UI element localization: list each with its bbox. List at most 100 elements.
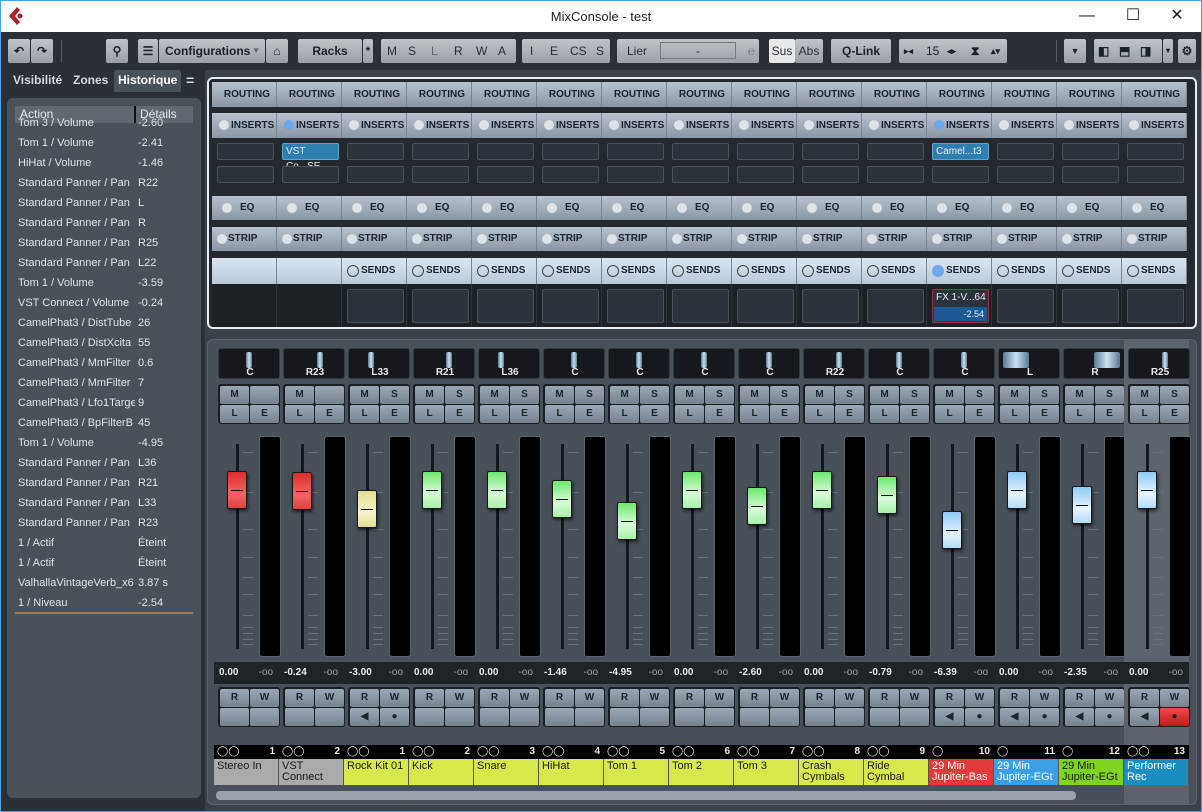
write-automation-button[interactable]: W	[445, 689, 474, 707]
inserts-rack[interactable]: INSERTS	[927, 113, 992, 138]
insert-slot[interactable]: Camel...t3	[932, 143, 989, 160]
solo-button[interactable]: S	[1160, 386, 1189, 404]
strip-rack[interactable]: STRIP	[602, 227, 667, 251]
volume-readout[interactable]: -1.46 -oo	[539, 662, 604, 684]
insert-slot[interactable]: VST Co...SE	[282, 143, 339, 172]
inserts-rack[interactable]: INSERTS	[667, 113, 732, 138]
channel-name[interactable]: Snare	[474, 759, 539, 785]
insert-slot[interactable]	[347, 166, 404, 183]
zone-dropdown[interactable]: ▾	[1163, 39, 1173, 63]
strip-active-icon[interactable]	[932, 234, 942, 244]
volume-fader[interactable]	[942, 510, 962, 549]
sends-active-icon[interactable]	[672, 265, 684, 277]
read-automation-button[interactable]: R	[740, 689, 769, 707]
pan-control[interactable]: C	[673, 348, 735, 379]
write-automation-button[interactable]: W	[250, 689, 279, 707]
filter-a[interactable]: A	[498, 39, 506, 63]
mute-button[interactable]: M	[220, 386, 249, 404]
send-slot[interactable]	[412, 289, 469, 323]
record-enable-button[interactable]: ●	[1095, 708, 1124, 726]
narrow-icon[interactable]: ▸◂	[904, 39, 913, 63]
history-item[interactable]: VST Connect / Volume -0.24	[13, 293, 191, 313]
insert-slot[interactable]	[672, 166, 729, 183]
sends-rack[interactable]: SENDS	[732, 258, 797, 284]
record-enable-button[interactable]: ●	[1030, 708, 1059, 726]
inserts-active-icon[interactable]	[349, 120, 359, 130]
edit-button[interactable]: E	[510, 405, 539, 423]
listen-button[interactable]: L	[350, 405, 379, 423]
solo-button[interactable]	[315, 386, 344, 404]
channel-name[interactable]: Crash Cymbals	[799, 759, 864, 785]
filter-w[interactable]: W	[476, 39, 487, 63]
inserts-active-icon[interactable]	[999, 120, 1009, 130]
listen-button[interactable]: L	[740, 405, 769, 423]
listen-button[interactable]: L	[480, 405, 509, 423]
sends-active-icon[interactable]	[477, 265, 489, 277]
strip-active-icon[interactable]	[672, 234, 682, 244]
inserts-rack[interactable]: INSERTS	[992, 113, 1057, 138]
right-zone-icon[interactable]: ◨	[1140, 39, 1151, 63]
send-slot[interactable]	[477, 289, 534, 323]
channel-name[interactable]: VST Connect	[279, 759, 344, 785]
strip-active-icon[interactable]	[542, 234, 552, 244]
monitor-button[interactable]	[675, 708, 704, 726]
send-slot[interactable]	[997, 289, 1054, 323]
insert-slot[interactable]	[802, 143, 859, 160]
eq-rack[interactable]: EQ	[537, 196, 602, 220]
mute-button[interactable]: M	[350, 386, 379, 404]
history-item[interactable]: Standard Panner / Pan R25	[13, 233, 191, 253]
solo-button[interactable]: S	[380, 386, 409, 404]
record-enable-button[interactable]	[315, 708, 344, 726]
edit-button[interactable]: E	[380, 405, 409, 423]
volume-readout[interactable]: 0.00 -oo	[994, 662, 1059, 684]
horizontal-scrollbar[interactable]	[216, 791, 1076, 800]
volume-readout[interactable]: -4.95 -oo	[604, 662, 669, 684]
inserts-rack[interactable]: INSERTS	[472, 113, 537, 138]
record-enable-button[interactable]	[835, 708, 864, 726]
listen-button[interactable]: L	[1000, 405, 1029, 423]
sends-active-icon[interactable]	[607, 265, 619, 277]
solo-button[interactable]: S	[640, 386, 669, 404]
inserts-rack[interactable]: INSERTS	[342, 113, 407, 138]
insert-slot[interactable]	[997, 143, 1054, 160]
pan-control[interactable]: L33	[348, 348, 410, 379]
insert-slot[interactable]	[607, 143, 664, 160]
monitor-button[interactable]: ◀	[1000, 708, 1029, 726]
send-slot[interactable]: FX 1-V...64 -2.54	[932, 289, 989, 323]
mute-button[interactable]: M	[1065, 386, 1094, 404]
channel-name[interactable]: Tom 1	[604, 759, 669, 785]
insert-slot[interactable]	[412, 143, 469, 160]
volume-fader[interactable]	[422, 471, 442, 509]
routing-rack[interactable]: ROUTING	[602, 82, 667, 107]
volume-readout[interactable]: 0.00 -oo	[214, 662, 279, 684]
mute-button[interactable]: M	[1130, 386, 1159, 404]
record-enable-button[interactable]	[445, 708, 474, 726]
strip-active-icon[interactable]	[1062, 234, 1072, 244]
send-slot[interactable]	[607, 289, 664, 323]
undo-button[interactable]: ↶	[8, 39, 30, 63]
send-slot[interactable]	[1062, 289, 1119, 323]
volume-readout[interactable]: -3.00 -oo	[344, 662, 409, 684]
history-item[interactable]: CamelPhat3 / DistTube 26	[13, 313, 191, 333]
pan-control[interactable]: C	[868, 348, 930, 379]
routing-rack[interactable]: ROUTING	[537, 82, 602, 107]
write-automation-button[interactable]: W	[575, 689, 604, 707]
edit-button[interactable]: E	[705, 405, 734, 423]
inserts-active-icon[interactable]	[1064, 120, 1074, 130]
routing-rack[interactable]: ROUTING	[862, 82, 927, 107]
routing-rack[interactable]: ROUTING	[212, 82, 277, 107]
mute-button[interactable]: M	[870, 386, 899, 404]
settings-button[interactable]: ⚙	[1178, 39, 1196, 63]
strip-rack[interactable]: STRIP	[212, 227, 277, 251]
routing-rack[interactable]: ROUTING	[732, 82, 797, 107]
channel-name[interactable]: HiHat	[539, 759, 604, 785]
routing-rack[interactable]: ROUTING	[407, 82, 472, 107]
monitor-button[interactable]: ◀	[1130, 708, 1159, 726]
routing-rack[interactable]: ROUTING	[992, 82, 1057, 107]
read-automation-button[interactable]: R	[545, 689, 574, 707]
insert-slot[interactable]	[542, 143, 599, 160]
eq-active-icon[interactable]	[222, 203, 232, 213]
listen-button[interactable]: L	[870, 405, 899, 423]
write-automation-button[interactable]: W	[835, 689, 864, 707]
mute-button[interactable]: M	[480, 386, 509, 404]
